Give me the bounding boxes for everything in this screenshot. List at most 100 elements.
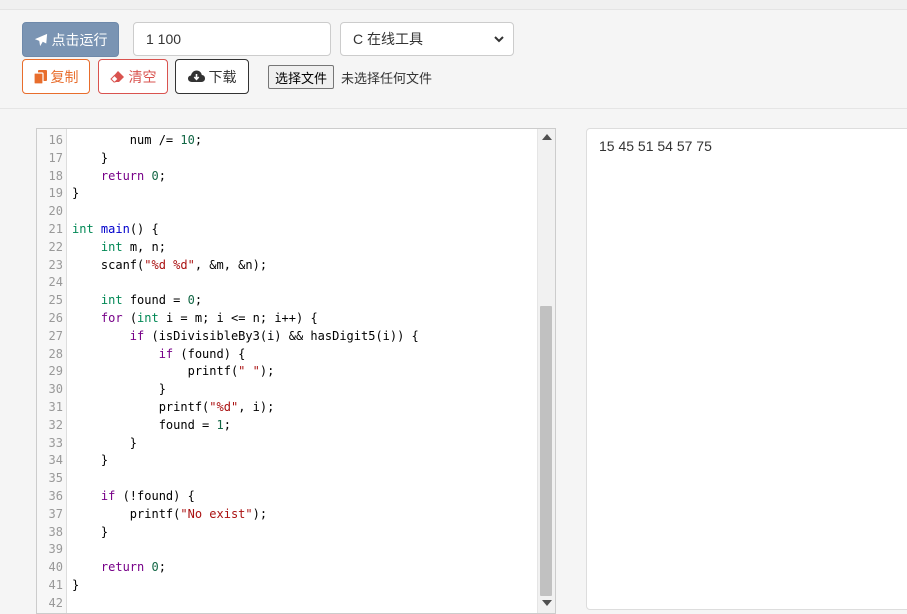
line-number: 38 [48,524,63,539]
line-code[interactable]: } [72,452,108,470]
language-select-value: C 在线工具 [353,31,423,47]
code-line[interactable]: 41} [37,577,537,595]
line-number: 17 [48,150,63,165]
clear-button-label: 清空 [128,68,157,85]
copy-button-label: 复制 [50,68,79,85]
line-code[interactable]: } [72,185,79,203]
line-number: 24 [48,275,63,290]
line-number: 34 [48,453,63,468]
code-line[interactable]: 22 int m, n; [37,239,537,257]
code-line[interactable]: 19} [37,185,537,203]
output-text: 15 45 51 54 57 75 [599,138,712,154]
line-number: 21 [48,221,63,236]
line-number: 16 [48,133,63,147]
code-line[interactable]: 23 scanf("%d %d", &m, &n); [37,257,537,275]
line-code[interactable]: } [72,524,108,542]
output-panel: 15 45 51 54 57 75 [586,128,907,610]
code-line[interactable]: 35 [37,470,537,488]
toolbar: 点击运行 C 在线工具 复制 清空 下载 选择文件 未选择任何文件 [0,10,907,109]
line-number: 31 [48,399,63,414]
code-line[interactable]: 29 printf(" "); [37,363,537,381]
line-code[interactable]: } [72,381,166,399]
code-area[interactable]: 16 num /= 10; 17 } 18 return 0; 19} 20 21 int … [37,132,537,613]
clear-button[interactable]: 清空 [98,59,168,94]
run-button-label: 点击运行 [51,31,108,48]
code-line[interactable]: 32 found = 1; [37,417,537,435]
code-line[interactable]: 27 if (isDivisibleBy3(i) && hasDigit5(i)… [37,328,537,346]
line-number: 28 [48,346,63,361]
code-line[interactable]: 31 printf("%d", i); [37,399,537,417]
code-line[interactable]: 18 return 0; [37,168,537,186]
line-number: 18 [48,168,63,183]
no-file-label: 未选择任何文件 [341,71,433,86]
copy-button[interactable]: 复制 [22,59,90,94]
line-code[interactable]: printf(" "); [72,363,275,381]
line-code[interactable]: for (int i = m; i <= n; i++) { [72,310,318,328]
run-button[interactable]: 点击运行 [22,22,119,57]
code-line[interactable]: 21 int main() { [37,221,537,239]
line-number: 27 [48,328,63,343]
code-line[interactable]: 39 [37,541,537,559]
download-button[interactable]: 下载 [175,59,249,94]
code-line[interactable]: 16 num /= 10; [37,132,537,150]
line-code[interactable]: printf("No exist"); [72,506,267,524]
line-number: 30 [48,382,63,397]
line-code[interactable]: } [72,577,79,595]
copy-icon [33,69,47,84]
stdin-input[interactable] [133,22,331,56]
line-number: 41 [48,577,63,592]
scroll-up-arrow-icon[interactable] [542,134,552,140]
eraser-icon [109,71,124,83]
code-line[interactable]: 42 [37,595,537,613]
line-number: 23 [48,257,63,272]
download-button-label: 下载 [208,68,237,85]
code-line[interactable]: 37 printf("No exist"); [37,506,537,524]
line-number: 35 [48,471,63,486]
code-line[interactable]: 24 [37,274,537,292]
code-line[interactable]: 34 } [37,452,537,470]
code-line[interactable]: 25 int found = 0; [37,292,537,310]
chevron-down-icon [494,36,504,43]
choose-file-button[interactable]: 选择文件 [268,65,335,89]
code-line[interactable]: 38 } [37,524,537,542]
cloud-download-icon [187,70,205,82]
line-code[interactable]: int main() { [72,221,159,239]
code-line[interactable]: 33 } [37,435,537,453]
line-number: 26 [48,310,63,325]
code-line[interactable]: 20 [37,203,537,221]
line-code[interactable]: } [72,435,137,453]
line-code[interactable]: if (isDivisibleBy3(i) && hasDigit5(i)) { [72,328,419,346]
line-number: 32 [48,417,63,432]
line-number: 39 [48,542,63,557]
language-select[interactable]: C 在线工具 [340,22,514,56]
line-code[interactable]: if (!found) { [72,488,195,506]
code-line[interactable]: 36 if (!found) { [37,488,537,506]
line-number: 20 [48,204,63,219]
code-line[interactable]: 28 if (found) { [37,346,537,364]
line-number: 22 [48,239,63,254]
code-line[interactable]: 30 } [37,381,537,399]
line-number: 36 [48,488,63,503]
line-code[interactable]: scanf("%d %d", &m, &n); [72,257,267,275]
code-line[interactable]: 40 return 0; [37,559,537,577]
scroll-down-arrow-icon[interactable] [542,600,552,606]
line-code[interactable]: printf("%d", i); [72,399,275,417]
line-code[interactable]: int found = 0; [72,292,202,310]
code-line[interactable]: 26 for (int i = m; i <= n; i++) { [37,310,537,328]
line-code[interactable]: return 0; [72,559,166,577]
line-number: 33 [48,435,63,450]
line-code[interactable]: found = 1; [72,417,231,435]
editor-scrollbar[interactable] [537,129,555,613]
code-line[interactable]: 17 } [37,150,537,168]
code-editor[interactable]: 16 num /= 10; 17 } 18 return 0; 19} 20 21 int … [36,128,556,614]
line-code[interactable]: return 0; [72,168,166,186]
line-number: 19 [48,186,63,201]
scrollbar-thumb[interactable] [540,306,552,596]
line-number: 25 [48,293,63,308]
line-number: 40 [48,560,63,575]
line-code[interactable]: } [72,150,108,168]
top-strip [0,0,907,10]
line-code[interactable]: if (found) { [72,346,246,364]
line-code[interactable]: num /= 10; [72,132,202,150]
line-code[interactable]: int m, n; [72,239,166,257]
